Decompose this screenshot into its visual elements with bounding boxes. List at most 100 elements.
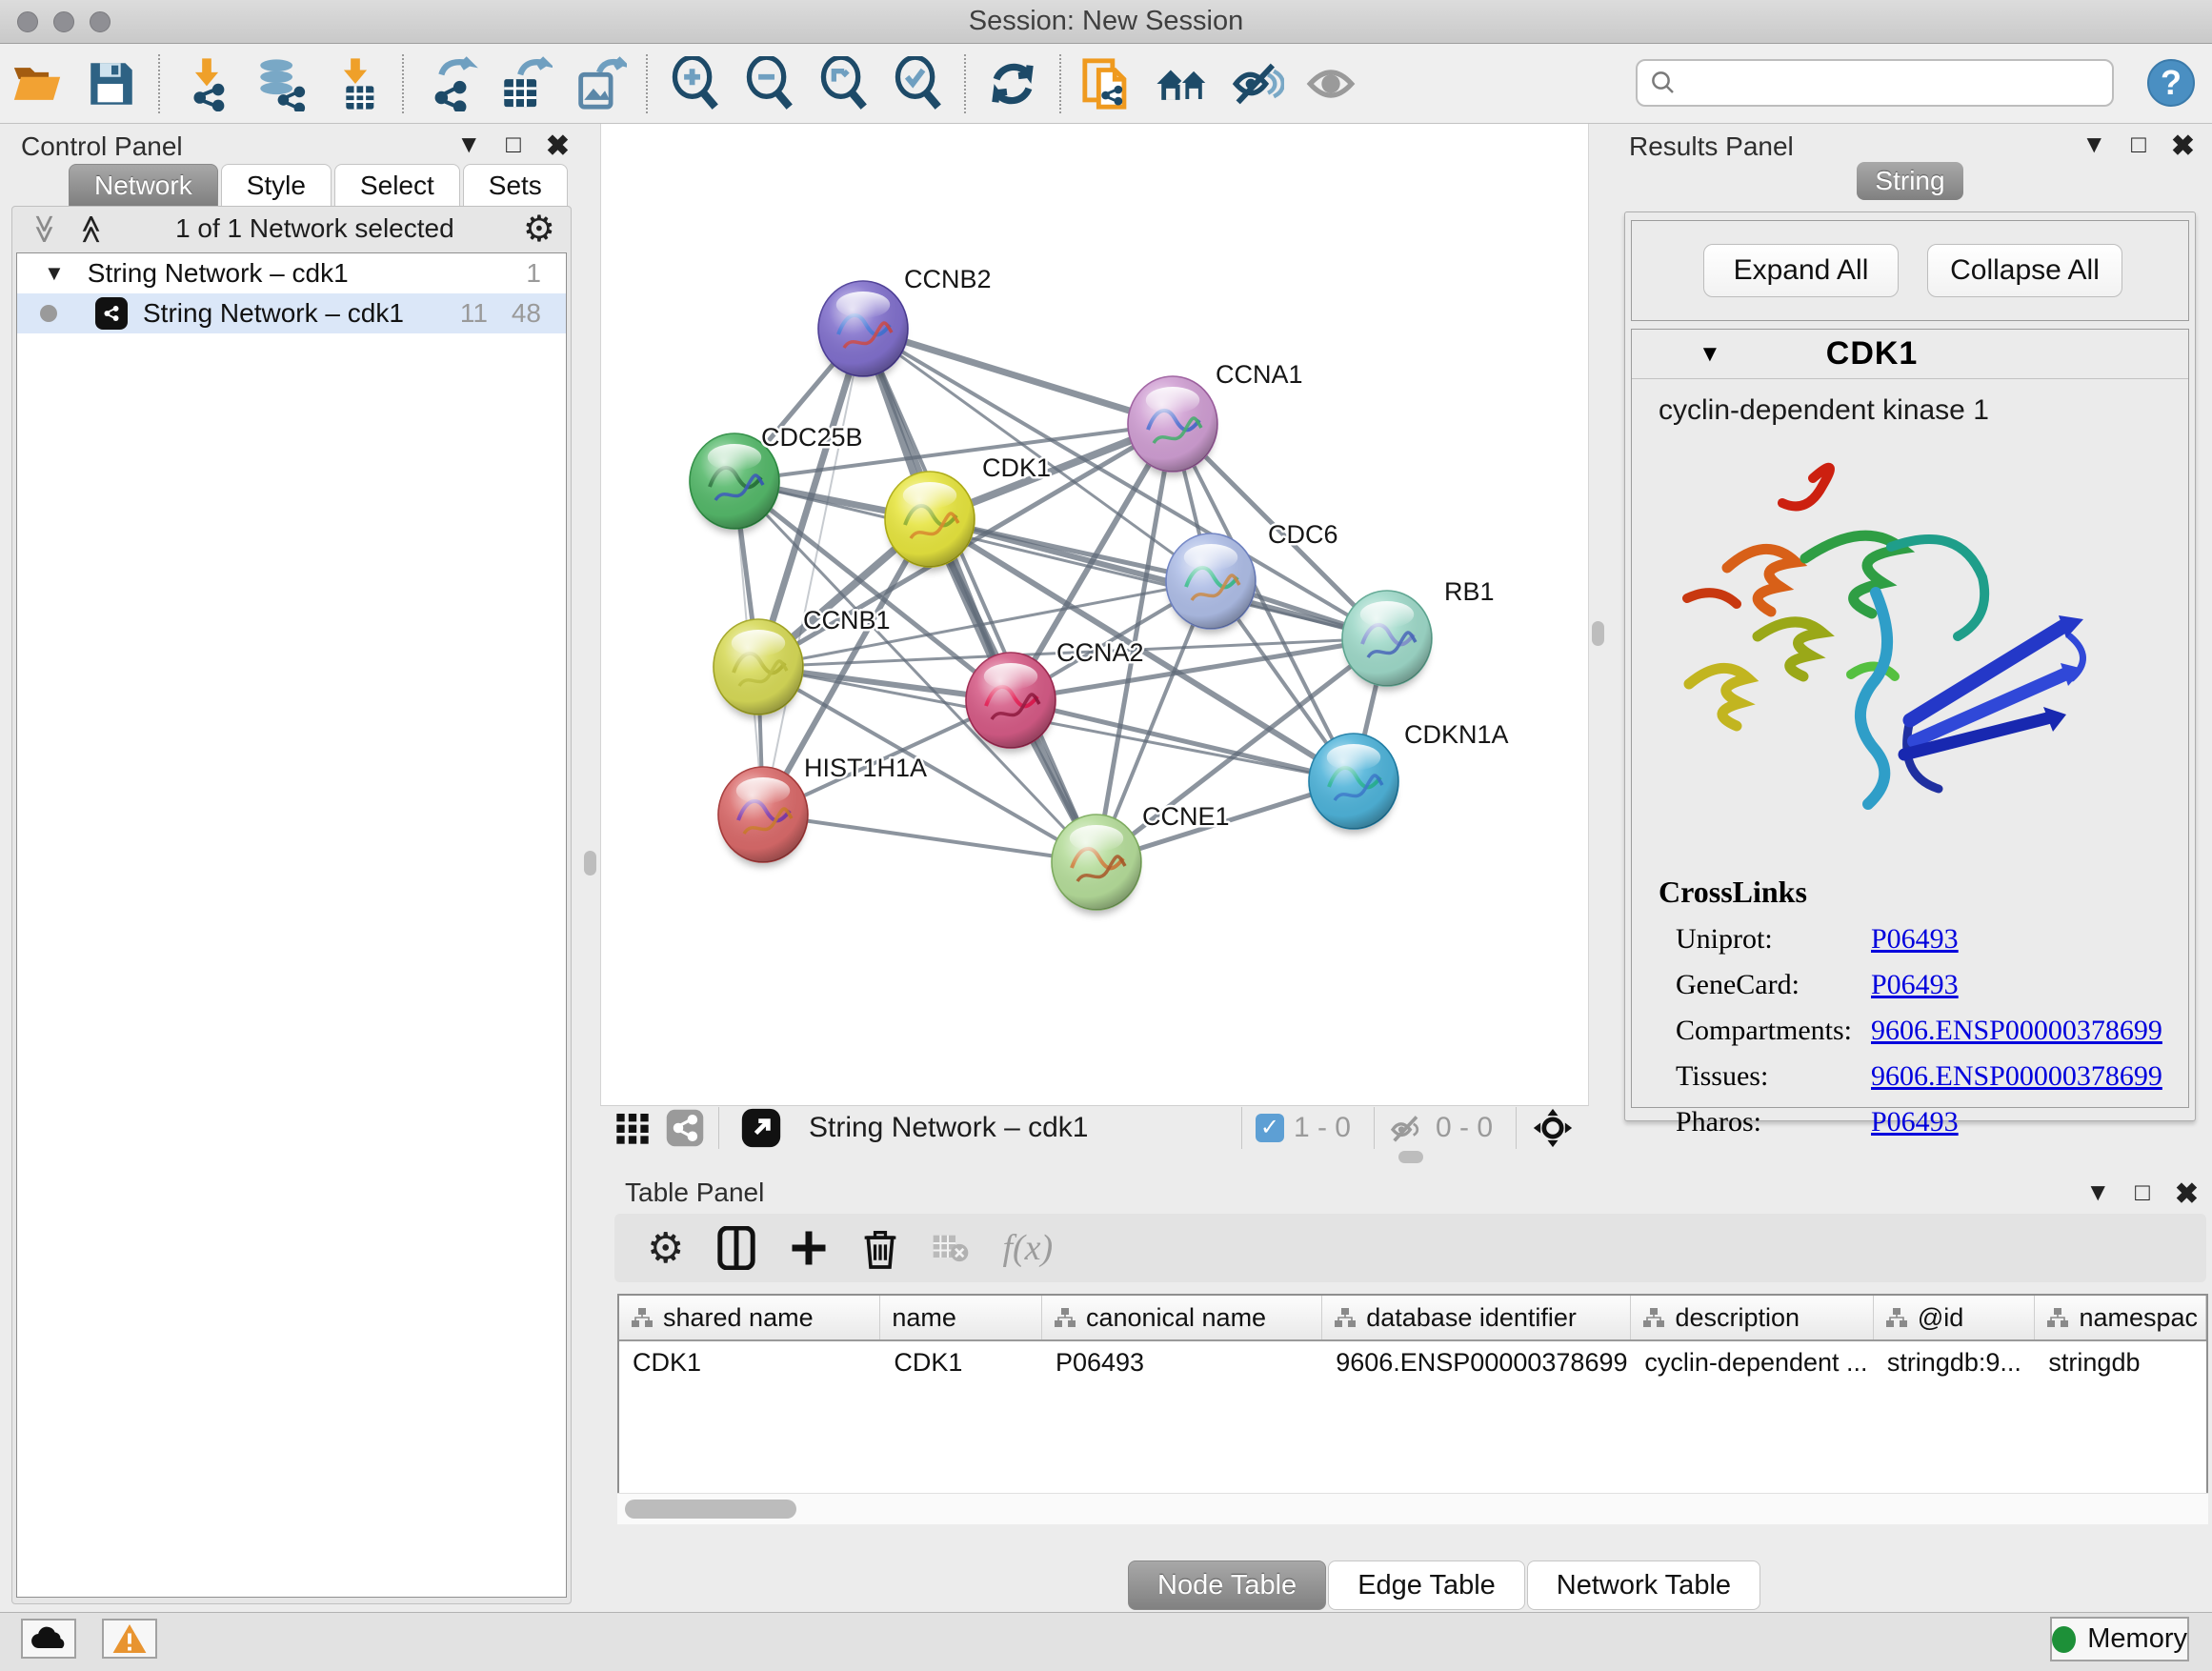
save-session-button[interactable] (74, 50, 149, 118)
tab-select[interactable]: Select (334, 164, 460, 206)
column-header[interactable]: namespac (2035, 1296, 2206, 1339)
close-panel-icon[interactable]: ✖ (546, 130, 570, 163)
network-node[interactable] (1342, 591, 1432, 691)
right-splitter-grip[interactable] (1592, 621, 1604, 646)
zoom-out-button[interactable] (732, 50, 806, 118)
network-node[interactable] (1052, 815, 1141, 915)
search-input[interactable] (1678, 68, 2087, 98)
float-panel-icon[interactable]: □ (506, 130, 521, 163)
birds-eye-grid-icon[interactable] (613, 1109, 652, 1147)
window-traffic-lights[interactable] (17, 11, 111, 32)
collapse-all-networks-icon[interactable]: ≫ (28, 213, 61, 243)
collapse-panel-icon[interactable]: ▼ (2085, 1178, 2110, 1211)
float-panel-icon[interactable]: □ (2131, 130, 2146, 163)
memory-button[interactable]: Memory (2050, 1617, 2189, 1661)
crosslink-compartments-link[interactable]: 9606.ENSP00000378699 (1871, 1015, 2162, 1047)
column-header[interactable]: database identifier (1322, 1296, 1631, 1339)
help-button[interactable]: ? (2147, 59, 2195, 107)
import-table-button[interactable] (318, 50, 392, 118)
add-column-icon[interactable] (789, 1226, 829, 1270)
column-header[interactable]: canonical name (1042, 1296, 1322, 1339)
float-panel-icon[interactable]: □ (2135, 1178, 2150, 1211)
network-row[interactable]: String Network – cdk1 11 48 (17, 293, 566, 333)
collapse-all-button[interactable]: Collapse All (1927, 244, 2122, 297)
collapse-gene-icon[interactable]: ▼ (1699, 341, 1721, 368)
cloud-status-button[interactable] (21, 1619, 76, 1659)
tab-node-table[interactable]: Node Table (1128, 1560, 1326, 1610)
apply-layout-button[interactable] (975, 50, 1050, 118)
network-collection-row[interactable]: ▼ String Network – cdk1 1 (17, 253, 566, 293)
network-node[interactable] (1309, 734, 1398, 834)
left-splitter-grip[interactable] (584, 851, 596, 876)
first-neighbors-button[interactable] (1145, 50, 1219, 118)
network-node[interactable] (1128, 376, 1217, 476)
crosslink-uniprot-link[interactable]: P06493 (1871, 923, 1959, 956)
table-horizontal-scrollbar[interactable] (617, 1493, 2208, 1524)
bottom-splitter-grip[interactable] (1398, 1151, 1423, 1163)
export-table-button[interactable] (488, 50, 562, 118)
string-view-icon[interactable] (665, 1108, 705, 1148)
column-header[interactable]: shared name (619, 1296, 880, 1339)
network-options-gear-icon[interactable]: ⚙ (523, 208, 555, 251)
crosslink-pharos-link[interactable]: P06493 (1871, 1106, 1959, 1138)
zoom-selected-button[interactable] (880, 50, 955, 118)
network-node[interactable] (1166, 534, 1256, 634)
warning-status-button[interactable] (102, 1619, 157, 1659)
table-cell[interactable]: CDK1 (619, 1341, 880, 1383)
tab-edge-table[interactable]: Edge Table (1328, 1560, 1525, 1610)
open-in-window-button[interactable] (740, 1107, 782, 1149)
minimize-window-icon[interactable] (53, 11, 74, 32)
toolbar-separator (402, 54, 404, 113)
expand-all-button[interactable]: Expand All (1703, 244, 1899, 297)
collapse-panel-icon[interactable]: ▼ (2081, 130, 2106, 163)
table-cell[interactable]: stringdb:9... (1874, 1341, 2036, 1383)
close-window-icon[interactable] (17, 11, 38, 32)
node-table[interactable]: shared namenamecanonical namedatabase id… (617, 1294, 2208, 1524)
hidden-eye-slash-icon[interactable] (1388, 1109, 1426, 1147)
network-graph[interactable]: CCNB2CCNA1CDC25BCDK1CDC6RB1CCNB1CCNA2CDK… (601, 124, 1590, 1105)
tab-network-table[interactable]: Network Table (1527, 1560, 1760, 1610)
table-cell[interactable]: CDK1 (880, 1341, 1042, 1383)
hide-selected-button[interactable] (1219, 50, 1294, 118)
table-settings-gear-icon[interactable]: ⚙ (647, 1224, 684, 1273)
crosslink-tissues-link[interactable]: 9606.ENSP00000378699 (1871, 1060, 2162, 1093)
tab-sets[interactable]: Sets (463, 164, 568, 206)
expand-all-networks-icon[interactable]: ≫ (75, 213, 109, 243)
import-network-database-button[interactable] (244, 50, 318, 118)
table-cell[interactable]: stringdb (2035, 1341, 2206, 1383)
maximize-window-icon[interactable] (90, 11, 111, 32)
export-image-button[interactable] (562, 50, 636, 118)
import-network-button[interactable] (170, 50, 244, 118)
network-view[interactable]: CCNB2CCNA1CDC25BCDK1CDC6RB1CCNB1CCNA2CDK… (600, 124, 1589, 1105)
column-header[interactable]: @id (1874, 1296, 2036, 1339)
collection-expand-icon[interactable]: ▼ (44, 261, 65, 286)
table-cell[interactable]: cyclin-dependent ... (1631, 1341, 1873, 1383)
tab-network[interactable]: Network (69, 164, 218, 206)
crosslink-genecard-link[interactable]: P06493 (1871, 969, 1959, 1001)
column-header[interactable]: description (1631, 1296, 1873, 1339)
table-cell[interactable]: P06493 (1042, 1341, 1322, 1383)
selected-checkbox-icon[interactable]: ✓ (1256, 1114, 1284, 1142)
show-all-button[interactable] (1294, 50, 1368, 118)
export-network-button[interactable] (413, 50, 488, 118)
fit-content-crosshair-icon[interactable] (1532, 1107, 1574, 1149)
open-session-button[interactable] (0, 50, 74, 118)
network-node[interactable] (718, 767, 808, 867)
zoom-fit-button[interactable] (806, 50, 880, 118)
column-header[interactable]: name (880, 1296, 1042, 1339)
close-panel-icon[interactable]: ✖ (2171, 130, 2195, 163)
delete-column-trash-icon[interactable] (861, 1226, 899, 1270)
zoom-in-button[interactable] (657, 50, 732, 118)
scrollbar-thumb[interactable] (625, 1500, 796, 1519)
collapse-panel-icon[interactable]: ▼ (456, 130, 481, 163)
table-cell[interactable]: 9606.ENSP00000378699 (1322, 1341, 1631, 1383)
gene-card-header[interactable]: ▼ CDK1 (1632, 330, 2188, 379)
table-row[interactable]: CDK1CDK1P064939606.ENSP00000378699cyclin… (619, 1341, 2206, 1383)
tab-style[interactable]: Style (221, 164, 332, 206)
duplicate-network-button[interactable] (1071, 50, 1145, 118)
tab-string[interactable]: String (1857, 162, 1963, 200)
close-panel-icon[interactable]: ✖ (2175, 1178, 2199, 1211)
network-node[interactable] (714, 619, 803, 719)
show-columns-icon[interactable] (716, 1226, 756, 1270)
toolbar-search[interactable] (1636, 59, 2114, 107)
